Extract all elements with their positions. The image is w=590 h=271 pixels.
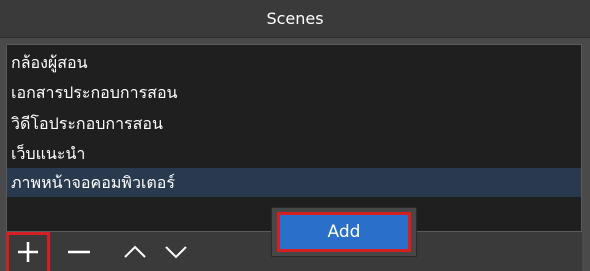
- plus-icon: [16, 240, 40, 264]
- add-context-menu: Add: [271, 207, 417, 257]
- add-scene-button[interactable]: [9, 232, 47, 271]
- scenes-dock: Scenes กล้องผู้สอน เอกสารประกอบการสอน วิ…: [0, 0, 590, 271]
- menu-item-add-label: Add: [327, 222, 361, 242]
- chevron-up-icon: [123, 244, 147, 260]
- dock-title: Scenes: [0, 0, 590, 38]
- minus-icon: [66, 240, 92, 264]
- scene-item-selected[interactable]: ภาพหน้าจอคอมพิวเตอร์: [7, 168, 581, 197]
- dock-border: [582, 38, 590, 271]
- menu-item-add[interactable]: Add: [277, 212, 411, 252]
- scene-item[interactable]: กล้องผู้สอน: [7, 48, 581, 77]
- remove-scene-button[interactable]: [60, 232, 98, 271]
- scenes-list[interactable]: กล้องผู้สอน เอกสารประกอบการสอน วิดีโอประ…: [6, 44, 582, 232]
- chevron-down-icon: [164, 244, 188, 260]
- scene-item[interactable]: เว็บแนะนำ: [7, 139, 581, 168]
- move-scene-down-button[interactable]: [157, 232, 195, 271]
- move-scene-up-button[interactable]: [116, 232, 154, 271]
- scene-item[interactable]: เอกสารประกอบการสอน: [7, 78, 581, 107]
- scene-item[interactable]: วิดีโอประกอบการสอน: [7, 109, 581, 138]
